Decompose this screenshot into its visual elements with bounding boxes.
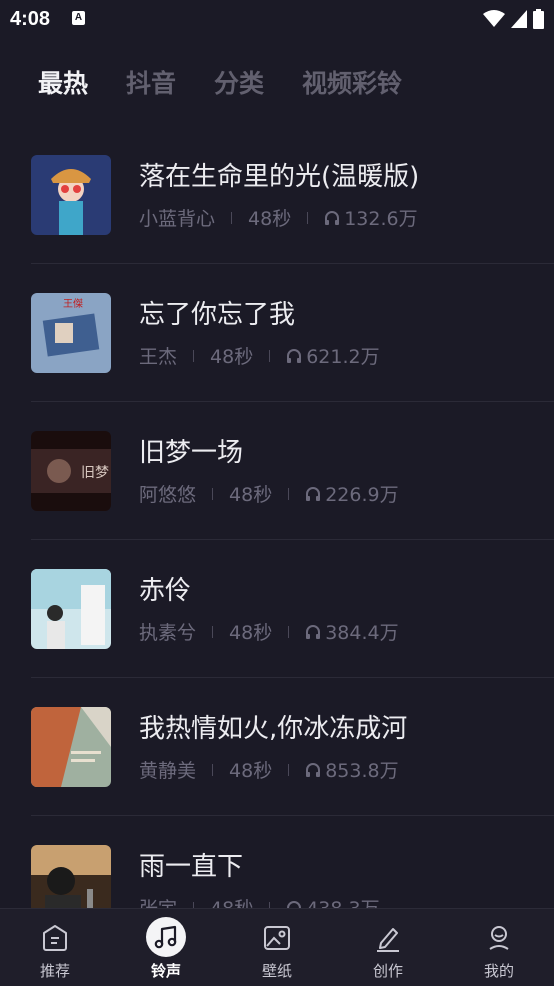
headphones-icon — [287, 900, 302, 908]
song-title: 赤伶 — [139, 576, 192, 606]
song-title: 旧梦一场 — [139, 438, 244, 468]
duration: 48秒 — [210, 894, 253, 908]
divider — [212, 487, 214, 500]
list-item[interactable]: 雨一直下 张宇 48秒 438.3万 — [0, 816, 554, 908]
artist-name: 张宇 — [139, 894, 177, 908]
duration: 48秒 — [229, 622, 273, 644]
song-meta: 阿悠悠 48秒 226.9万 — [139, 480, 399, 507]
signal-icon — [511, 10, 527, 28]
music-note-icon — [146, 917, 186, 957]
duration: 48秒 — [248, 208, 292, 230]
artist-name: 黄静美 — [139, 760, 197, 782]
song-title: 落在生命里的光(温暖版) — [139, 162, 420, 192]
notification-icon: A — [72, 11, 85, 25]
profile-icon — [479, 919, 519, 957]
nav-ringtone[interactable]: 铃声 — [111, 909, 221, 986]
battery-icon — [533, 9, 544, 29]
duration: 48秒 — [229, 484, 273, 506]
cover-image — [31, 707, 111, 787]
divider — [212, 625, 214, 638]
song-meta: 小蓝背心 48秒 132.6万 — [139, 204, 418, 231]
play-count: 621.2万 — [306, 346, 380, 368]
artist-name: 王杰 — [139, 346, 178, 368]
status-time: 4:08 — [10, 8, 51, 30]
artist-name: 小蓝背心 — [139, 208, 216, 230]
svg-text:王傑: 王傑 — [63, 298, 83, 310]
song-meta: 张宇 48秒 438.3万 — [139, 894, 380, 908]
divider — [288, 625, 290, 638]
divider — [269, 349, 271, 362]
nav-label: 铃声 — [150, 962, 181, 980]
cover-image — [31, 569, 111, 649]
nav-wallpaper[interactable]: 壁纸 — [222, 909, 332, 986]
list-item[interactable]: 旧梦 旧梦一场 阿悠悠 48秒 226.9万 — [0, 402, 554, 540]
play-count: 132.6万 — [344, 208, 418, 230]
tab-douyin[interactable]: 抖音 — [126, 66, 176, 102]
svg-text:旧梦: 旧梦 — [81, 465, 109, 481]
divider — [288, 487, 290, 500]
tab-video-ringtone[interactable]: 视频彩铃 — [302, 66, 402, 102]
song-title: 我热情如火,你冰冻成河 — [139, 714, 408, 744]
headphones-icon — [325, 210, 340, 225]
song-title: 忘了你忘了我 — [139, 300, 296, 330]
cover-image — [31, 155, 111, 235]
song-meta: 执素兮 48秒 384.4万 — [139, 618, 399, 645]
wallpaper-icon — [257, 919, 297, 957]
headphones-icon — [287, 348, 302, 363]
nav-label: 壁纸 — [261, 962, 292, 980]
nav-label: 创作 — [372, 962, 403, 980]
duration: 48秒 — [229, 760, 273, 782]
list-item[interactable]: 王傑 忘了你忘了我 王杰 48秒 621.2万 — [0, 264, 554, 402]
divider — [307, 211, 309, 224]
duration: 48秒 — [210, 346, 254, 368]
play-count: 226.9万 — [325, 484, 399, 506]
song-title: 雨一直下 — [139, 852, 244, 882]
play-count: 384.4万 — [325, 622, 399, 644]
bottom-navigation: 推荐 铃声 壁纸 创作 我的 — [0, 908, 554, 986]
nav-label: 我的 — [483, 962, 514, 980]
category-tabs: 最热 抖音 分类 视频彩铃 — [38, 66, 402, 102]
artist-name: 执素兮 — [139, 622, 197, 644]
headphones-icon — [306, 624, 321, 639]
wifi-icon — [483, 10, 505, 27]
ringtone-list: 落在生命里的光(温暖版) 小蓝背心 48秒 132.6万 王傑 忘了你忘了我 王… — [0, 126, 554, 908]
tab-hottest[interactable]: 最热 — [38, 66, 88, 102]
nav-create[interactable]: 创作 — [333, 909, 443, 986]
system-icons — [483, 8, 544, 30]
artist-name: 阿悠悠 — [139, 484, 197, 506]
cover-image: 旧梦 — [31, 431, 111, 511]
cover-image: 王傑 — [31, 293, 111, 373]
song-meta: 黄静美 48秒 853.8万 — [139, 756, 399, 783]
tab-category[interactable]: 分类 — [214, 66, 264, 102]
list-item[interactable]: 赤伶 执素兮 48秒 384.4万 — [0, 540, 554, 678]
pencil-icon — [368, 919, 408, 957]
list-item[interactable]: 落在生命里的光(温暖版) 小蓝背心 48秒 132.6万 — [0, 126, 554, 264]
divider — [231, 211, 233, 224]
cover-image — [31, 845, 111, 908]
nav-recommend[interactable]: 推荐 — [0, 909, 110, 986]
status-bar: 4:08 A — [0, 0, 554, 40]
headphones-icon — [306, 762, 321, 777]
recommend-icon — [35, 919, 75, 957]
list-item[interactable]: 我热情如火,你冰冻成河 黄静美 48秒 853.8万 — [0, 678, 554, 816]
play-count: 853.8万 — [325, 760, 399, 782]
divider — [288, 763, 290, 776]
divider — [193, 349, 195, 362]
nav-profile[interactable]: 我的 — [444, 909, 554, 986]
divider — [212, 763, 214, 776]
song-meta: 王杰 48秒 621.2万 — [139, 342, 380, 369]
play-count: 438.3万 — [306, 894, 379, 908]
nav-label: 推荐 — [39, 962, 70, 980]
headphones-icon — [306, 486, 321, 501]
